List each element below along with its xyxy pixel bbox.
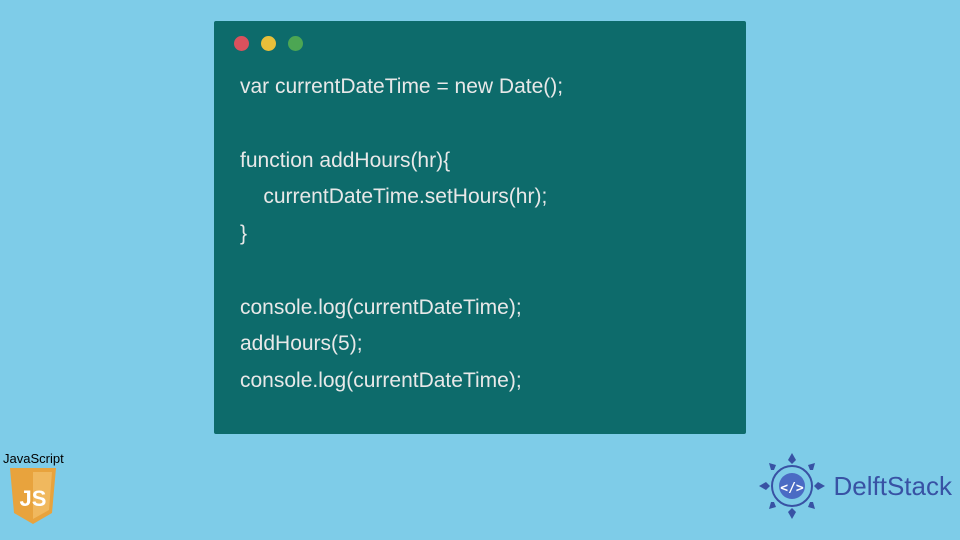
window-controls <box>214 21 746 59</box>
javascript-label: JavaScript <box>3 451 64 466</box>
window-close-dot <box>234 36 249 51</box>
code-content: var currentDateTime = new Date(); functi… <box>214 59 746 410</box>
javascript-badge: JavaScript JS <box>3 451 64 524</box>
delftstack-ornament-icon: </> <box>756 450 828 522</box>
delftstack-brand-text: DelftStack <box>834 471 953 502</box>
code-editor-window: var currentDateTime = new Date(); functi… <box>214 21 746 434</box>
javascript-shield-icon: JS <box>8 468 58 524</box>
shield-text-icon: JS <box>20 486 47 511</box>
delftstack-logo: </> DelftStack <box>756 450 953 522</box>
window-minimize-dot <box>261 36 276 51</box>
window-maximize-dot <box>288 36 303 51</box>
svg-text:</>: </> <box>780 481 804 496</box>
